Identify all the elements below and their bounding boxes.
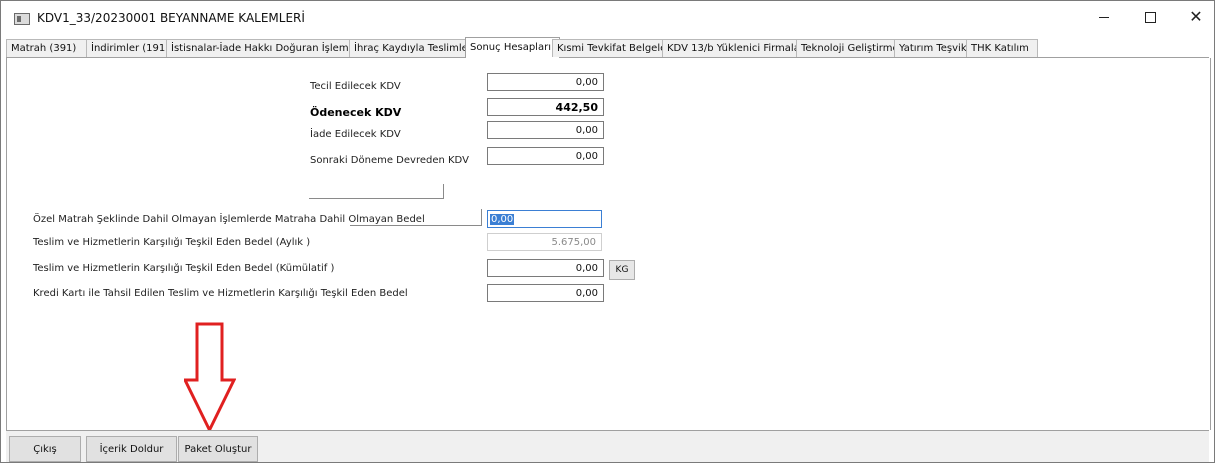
tab-kismi-tevkifat[interactable]: Kısmi Tevkifat Belgeleri: [552, 39, 673, 57]
teslim-kumulatif-label: Teslim ve Hizmetlerin Karşılığı Teşkil E…: [33, 263, 335, 274]
tecil-field[interactable]: 0,00: [487, 73, 604, 91]
ozel-matrah-field[interactable]: 0,00: [487, 210, 602, 228]
minimize-icon: [1099, 16, 1109, 18]
tab-matrah[interactable]: Matrah (391): [6, 39, 95, 57]
odenecek-label: Ödenecek KDV: [310, 106, 402, 119]
window-title: KDV1_33/20230001 BEYANNAME KALEMLERİ: [37, 11, 305, 25]
teslim-aylik-field: 5.675,00: [487, 233, 602, 251]
tab-teknoloji[interactable]: Teknoloji Geliştirme: [796, 39, 903, 57]
iade-label: İade Edilecek KDV: [310, 129, 401, 140]
ozel-matrah-value: 0,00: [490, 214, 515, 225]
label-divider: [350, 209, 482, 226]
arrow-shape: [184, 322, 236, 434]
kredi-karti-field[interactable]: 0,00: [487, 284, 604, 302]
tab-ihrac[interactable]: İhraç Kaydıyla Teslimler: [349, 39, 474, 57]
teslim-kumulatif-field[interactable]: 0,00: [487, 259, 604, 277]
tab-yatirim-tesvik[interactable]: Yatırım Teşvik: [894, 39, 975, 57]
kg-button[interactable]: KG: [609, 260, 635, 280]
close-icon: ✕: [1189, 7, 1203, 26]
tab-bar: Matrah (391) İndirimler (191) İstisnalar…: [6, 37, 1209, 58]
down-arrow-icon: [184, 322, 236, 434]
tab-sonuc-hesaplari[interactable]: Sonuç Hesapları: [465, 37, 560, 58]
group-divider: [309, 184, 444, 199]
maximize-button[interactable]: [1127, 1, 1173, 33]
tecil-label: Tecil Edilecek KDV: [310, 81, 401, 92]
tab-indirimler[interactable]: İndirimler (191): [86, 39, 175, 57]
app-window: KDV1_33/20230001 BEYANNAME KALEMLERİ ✕ M…: [0, 0, 1215, 463]
devreden-field[interactable]: 0,00: [487, 147, 604, 165]
title-bar: KDV1_33/20230001 BEYANNAME KALEMLERİ ✕: [1, 1, 1214, 35]
kredi-karti-label: Kredi Kartı ile Tahsil Edilen Teslim ve …: [33, 288, 408, 299]
create-package-button[interactable]: Paket Oluştur: [178, 436, 258, 462]
odenecek-field[interactable]: 442,50: [487, 98, 604, 116]
teslim-aylik-label: Teslim ve Hizmetlerin Karşılığı Teşkil E…: [33, 237, 311, 248]
maximize-icon: [1144, 11, 1156, 23]
tab-kdv13b[interactable]: KDV 13/b Yüklenici Firmalar: [662, 39, 805, 57]
minimize-button[interactable]: [1081, 1, 1127, 33]
fill-content-button[interactable]: İçerik Doldur: [86, 436, 177, 462]
iade-field[interactable]: 0,00: [487, 121, 604, 139]
devreden-label: Sonraki Döneme Devreden KDV: [310, 155, 469, 166]
exit-button[interactable]: Çıkış: [9, 436, 81, 462]
close-button[interactable]: ✕: [1173, 1, 1214, 33]
tab-thk-katilim[interactable]: THK Katılım: [966, 39, 1038, 57]
tab-istisnalar[interactable]: İstisnalar-İade Hakkı Doğuran İşlemler: [166, 39, 362, 57]
app-icon: [14, 13, 30, 25]
footer-toolbar: Çıkış İçerik Doldur Paket Oluştur: [6, 430, 1209, 462]
